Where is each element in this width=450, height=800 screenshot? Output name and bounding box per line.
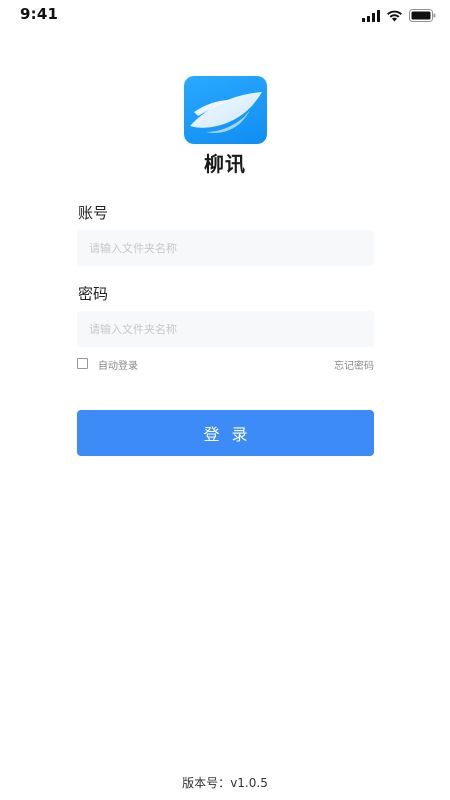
password-label: 密码 xyxy=(78,285,109,303)
status-icons xyxy=(362,7,436,26)
version-info: 版本号：v1.0.5 xyxy=(0,774,450,791)
status-bar: 9:41 xyxy=(0,0,450,30)
version-value: v1.0.5 xyxy=(230,776,268,790)
login-options-row: 自动登录 忘记密码 xyxy=(77,356,374,372)
forgot-password-link[interactable]: 忘记密码 xyxy=(334,357,374,372)
app-name: 柳讯 xyxy=(204,152,246,176)
version-label: 版本号： xyxy=(182,776,231,790)
account-input[interactable] xyxy=(77,230,374,266)
bird-logo-icon xyxy=(190,92,262,133)
app-logo xyxy=(184,76,267,144)
signal-icon xyxy=(362,7,380,26)
battery-icon xyxy=(409,7,436,26)
password-input[interactable] xyxy=(77,311,374,347)
account-label: 账号 xyxy=(78,204,109,222)
auto-login-checkbox[interactable] xyxy=(77,358,88,369)
wifi-icon xyxy=(386,7,403,26)
status-time: 9:41 xyxy=(20,5,59,23)
login-button[interactable]: 登录 xyxy=(77,410,374,456)
auto-login-label[interactable]: 自动登录 xyxy=(98,357,138,372)
